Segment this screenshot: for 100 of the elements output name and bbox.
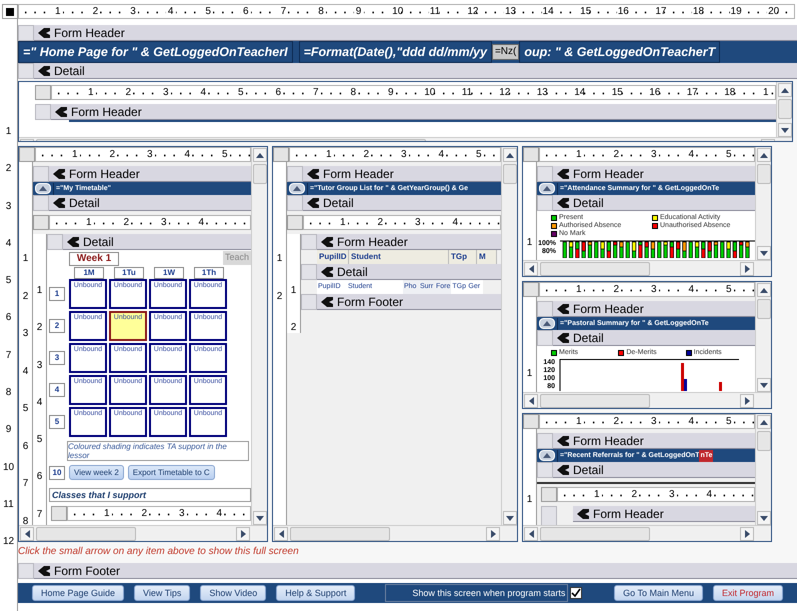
form-selector[interactable] [287, 215, 303, 230]
section-bar[interactable]: Form Header [49, 166, 251, 182]
section-selector[interactable] [537, 330, 553, 346]
form-selector[interactable] [273, 147, 289, 162]
scroll-thumb[interactable] [756, 164, 770, 184]
section-bar[interactable]: Detail [303, 195, 501, 211]
scroll-thumb[interactable] [290, 526, 390, 540]
section-selector[interactable] [47, 234, 63, 250]
scroll-down-button[interactable] [756, 511, 770, 525]
section-bar[interactable]: Form Header [573, 506, 755, 522]
section-selector[interactable] [537, 195, 553, 211]
vertical-scrollbar[interactable] [755, 147, 771, 260]
scroll-down-button[interactable] [778, 123, 792, 137]
checkbox[interactable] [570, 587, 582, 599]
scroll-right-button[interactable] [740, 526, 754, 540]
vertical-scrollbar[interactable] [755, 414, 771, 525]
footer-button[interactable]: View Tips [134, 585, 190, 601]
scroll-down-button[interactable] [502, 511, 516, 525]
scroll-thumb[interactable] [756, 299, 770, 319]
expression-field[interactable]: =" Home Page for " & GetLoggedOnTeacherI [18, 41, 293, 63]
scroll-left-button[interactable] [524, 262, 538, 276]
scroll-right-button[interactable] [486, 526, 500, 540]
scroll-right-button[interactable] [740, 262, 754, 276]
section-bar[interactable]: Form Header [34, 25, 797, 41]
section-bar[interactable]: Form Header [553, 166, 755, 182]
vertical-scrollbar[interactable] [776, 82, 792, 137]
footer-button[interactable]: Go To Main Menu [614, 585, 703, 601]
section-bar[interactable]: Form Footer [34, 563, 797, 579]
scroll-down-button[interactable] [252, 511, 266, 525]
footer-button[interactable]: Show Video [200, 585, 266, 601]
scroll-thumb[interactable] [502, 164, 516, 184]
section-selector[interactable] [537, 462, 553, 478]
section-bar[interactable]: Detail [63, 234, 251, 250]
form-selector[interactable] [541, 487, 557, 502]
section-bar[interactable]: Detail [317, 264, 501, 280]
scroll-up-button[interactable] [778, 83, 792, 97]
section-bar[interactable]: Detail [553, 330, 755, 346]
scroll-right-button[interactable] [236, 526, 250, 540]
section-bar[interactable]: Detail [34, 63, 797, 79]
section-bar[interactable]: Form Footer [317, 294, 501, 310]
section-bar[interactable]: Form Header [317, 234, 501, 250]
section-selector[interactable] [301, 294, 317, 310]
select-all-button[interactable] [2, 4, 18, 19]
scroll-up-button[interactable] [756, 415, 770, 429]
section-bar[interactable]: Form Header [553, 433, 755, 449]
scroll-up-button[interactable] [756, 283, 770, 297]
action-button[interactable]: Export Timetable to C [128, 465, 215, 480]
expression-field[interactable]: oup: " & GetLoggedOnTeacherT [519, 41, 720, 63]
form-selector[interactable] [51, 506, 67, 521]
scroll-down-button[interactable] [756, 246, 770, 260]
form-selector[interactable] [523, 147, 539, 162]
expression-tag[interactable]: =Nz( [492, 44, 520, 60]
scroll-thumb[interactable] [252, 164, 266, 184]
vertical-scrollbar[interactable] [501, 147, 517, 525]
scroll-left-button[interactable] [20, 526, 34, 540]
section-selector[interactable] [18, 63, 34, 79]
section-bar[interactable]: Detail [553, 195, 755, 211]
action-button[interactable]: View week 2 [69, 465, 124, 480]
vertical-scrollbar[interactable] [251, 147, 267, 525]
scroll-thumb[interactable] [540, 526, 650, 540]
section-selector[interactable] [537, 166, 553, 182]
scroll-left-button[interactable] [524, 394, 538, 408]
scroll-thumb[interactable] [756, 431, 770, 451]
scroll-down-button[interactable] [756, 378, 770, 392]
section-selector[interactable] [537, 433, 553, 449]
section-bar[interactable]: Form Header [51, 104, 776, 120]
scroll-right-button[interactable] [740, 394, 754, 408]
vertical-scrollbar[interactable] [755, 282, 771, 392]
scroll-thumb[interactable] [540, 394, 650, 408]
section-bar[interactable]: Form Header [553, 301, 755, 317]
form-selector[interactable] [33, 215, 49, 230]
section-selector[interactable] [301, 234, 317, 250]
section-bar[interactable]: Form Header [303, 166, 501, 182]
scroll-up-button[interactable] [502, 148, 516, 162]
section-selector[interactable] [301, 264, 317, 280]
scroll-up-button[interactable] [756, 148, 770, 162]
section-selector[interactable] [33, 166, 49, 182]
form-selector[interactable] [35, 85, 51, 100]
section-selector[interactable] [287, 195, 303, 211]
scroll-left-button[interactable] [274, 526, 288, 540]
section-selector[interactable] [18, 25, 34, 41]
scroll-left-button[interactable] [524, 526, 538, 540]
section-bar[interactable]: Detail [553, 462, 755, 478]
scroll-thumb[interactable] [36, 526, 136, 540]
form-selector[interactable] [523, 282, 539, 297]
scroll-thumb[interactable] [540, 262, 650, 276]
section-selector[interactable] [33, 195, 49, 211]
scroll-up-button[interactable] [252, 148, 266, 162]
section-selector[interactable] [287, 166, 303, 182]
section-bar[interactable]: Detail [49, 195, 251, 211]
section-selector[interactable] [537, 301, 553, 317]
form-selector[interactable] [523, 414, 539, 429]
form-selector[interactable] [19, 147, 35, 162]
scroll-thumb[interactable] [778, 99, 792, 119]
expression-field[interactable]: =Format(Date(),"ddd dd/mm/yy [298, 41, 492, 63]
section-selector[interactable] [18, 563, 34, 579]
exit-button[interactable]: Exit Program [712, 585, 783, 601]
footer-button[interactable]: Home Page Guide [32, 585, 124, 601]
footer-button[interactable]: Help & Support [276, 585, 356, 601]
section-selector[interactable] [35, 104, 51, 120]
